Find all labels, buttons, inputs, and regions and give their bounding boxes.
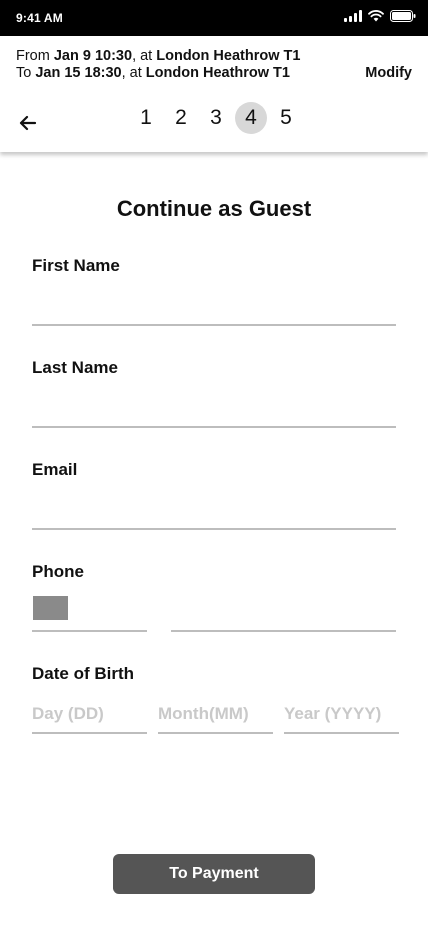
trip-return-summary: To Jan 15 18:30, at London Heathrow T1 (16, 65, 290, 81)
status-icons (344, 10, 416, 22)
status-time: 9:41 AM (16, 11, 63, 25)
wifi-icon (368, 10, 384, 22)
country-code-underline (32, 630, 147, 632)
booking-header: From Jan 9 10:30, at London Heathrow T1 … (0, 36, 428, 152)
pickup-location: London Heathrow T1 (156, 48, 301, 64)
pickup-prefix: From (16, 48, 54, 64)
last-name-underline (32, 426, 396, 428)
page-title: Continue as Guest (116, 196, 312, 221)
first-name-label: First Name (32, 256, 120, 275)
battery-icon (390, 10, 416, 22)
last-name-label: Last Name (32, 358, 118, 377)
last-name-field[interactable] (32, 396, 396, 424)
email-underline (32, 528, 396, 530)
dob-month-field[interactable] (158, 700, 273, 728)
return-date: Jan 15 18:30 (35, 65, 122, 81)
status-bar: 9:41 AM (0, 0, 428, 36)
return-separator: , at (121, 65, 146, 81)
dob-month-underline (158, 732, 273, 734)
step-5[interactable]: 5 (270, 102, 302, 134)
dob-day-underline (32, 732, 147, 734)
modify-link[interactable]: Modify (365, 65, 412, 81)
first-name-underline (32, 324, 396, 326)
to-payment-button[interactable]: To Payment (113, 854, 315, 894)
trip-pickup-summary: From Jan 9 10:30, at London Heathrow T1 (16, 48, 300, 64)
email-field[interactable] (32, 498, 396, 526)
step-indicator: 1 2 3 4 5 (130, 102, 302, 134)
pickup-date: Jan 9 10:30 (53, 48, 133, 64)
email-label: Email (32, 460, 78, 479)
dob-day-field[interactable] (32, 700, 147, 728)
dob-year-field[interactable] (284, 700, 399, 728)
dob-year-underline (284, 732, 399, 734)
arrow-left-icon[interactable] (16, 111, 40, 135)
dob-label: Date of Birth (32, 664, 134, 683)
step-3[interactable]: 3 (200, 102, 232, 134)
phone-label: Phone (32, 562, 84, 581)
return-location: London Heathrow T1 (145, 65, 290, 81)
signal-icon (344, 10, 362, 22)
step-2[interactable]: 2 (165, 102, 197, 134)
return-prefix: To (16, 65, 36, 81)
step-4-active[interactable]: 4 (235, 102, 267, 134)
first-name-field[interactable] (32, 294, 396, 322)
step-1[interactable]: 1 (130, 102, 162, 134)
pickup-separator: , at (132, 48, 157, 64)
phone-field[interactable] (171, 600, 396, 628)
phone-underline (171, 630, 396, 632)
country-flag-selector[interactable] (33, 596, 68, 620)
